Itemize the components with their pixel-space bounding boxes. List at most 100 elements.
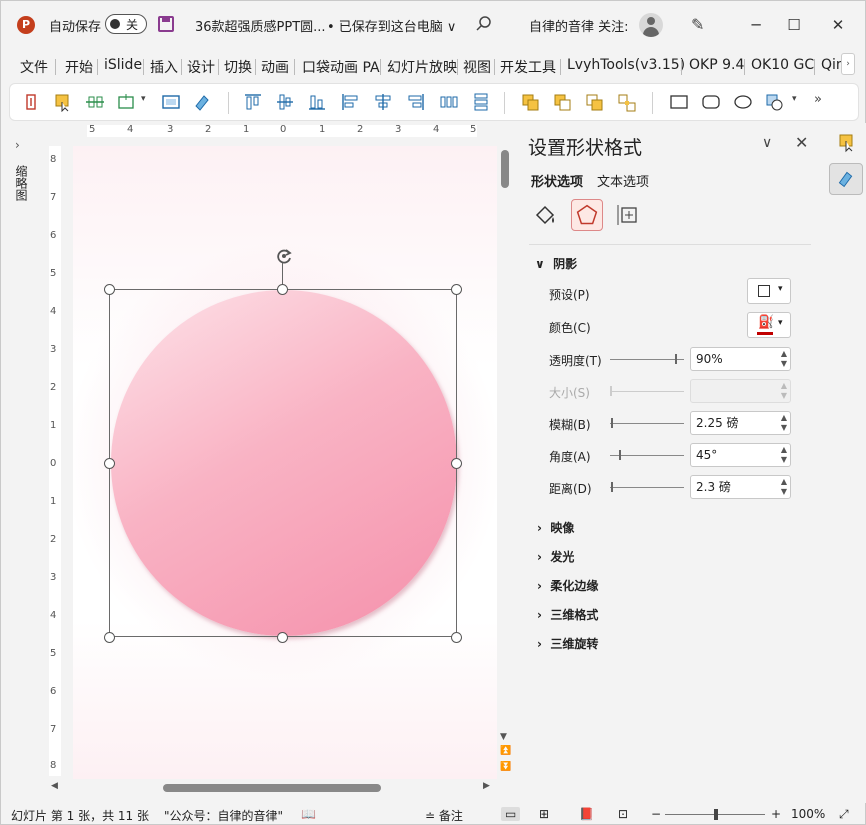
chevron-down-icon[interactable]: ▾ bbox=[792, 94, 797, 104]
spinner-arrows-icon[interactable]: ▲ ▼ bbox=[781, 413, 787, 433]
frame-icon[interactable] bbox=[160, 92, 182, 112]
tab-view[interactable]: 视图 bbox=[463, 57, 491, 77]
horizontal-scrollbar[interactable]: ◀ ▶ bbox=[47, 781, 497, 795]
resize-handle-top[interactable] bbox=[277, 284, 288, 295]
next-slide-icon[interactable]: ⏬ bbox=[500, 762, 511, 772]
section-glow[interactable]: › 发光 bbox=[537, 548, 574, 565]
select-pane-button[interactable] bbox=[829, 127, 863, 159]
scroll-down-icon[interactable]: ▼ bbox=[500, 732, 507, 742]
tab-okp[interactable]: OKP 9.4 bbox=[689, 57, 744, 73]
fit-slide-icon[interactable]: ⤢ bbox=[839, 807, 849, 822]
size-properties-icon[interactable] bbox=[613, 199, 645, 231]
panel-options-chevron-icon[interactable]: ∨ bbox=[762, 135, 772, 151]
resize-icon[interactable] bbox=[116, 92, 138, 112]
thumbnails-label[interactable]: 缩略图 bbox=[14, 165, 28, 201]
color-dropdown[interactable]: ⛽ ▾ bbox=[747, 312, 791, 338]
angle-input[interactable]: 45° ▲ ▼ bbox=[690, 443, 791, 467]
align-middle-icon[interactable] bbox=[20, 92, 42, 112]
tab-islide[interactable]: iSlide bbox=[104, 57, 142, 73]
resize-handle-bottom-right[interactable] bbox=[451, 632, 462, 643]
scroll-left-icon[interactable]: ◀ bbox=[51, 781, 58, 791]
distance-input[interactable]: 2.3 磅 ▲ ▼ bbox=[690, 475, 791, 499]
rotate-handle-icon[interactable] bbox=[273, 245, 295, 267]
scroll-thumb[interactable] bbox=[163, 784, 381, 792]
resize-handle-bottom-left[interactable] bbox=[104, 632, 115, 643]
vertical-scrollbar[interactable]: ▼ ⏫ ⏬ bbox=[498, 146, 512, 779]
slider-thumb[interactable] bbox=[619, 450, 621, 460]
blur-slider[interactable] bbox=[610, 418, 684, 428]
angle-slider[interactable] bbox=[610, 450, 684, 460]
distribute-v-icon[interactable] bbox=[470, 92, 492, 112]
fill-line-icon[interactable] bbox=[529, 199, 561, 231]
section-3d-rotation[interactable]: › 三维旋转 bbox=[537, 635, 598, 652]
preset-dropdown[interactable]: ▾ bbox=[747, 278, 791, 304]
intersect-icon[interactable] bbox=[616, 92, 638, 112]
section-3d-format[interactable]: › 三维格式 bbox=[537, 606, 598, 623]
align-center-h-icon[interactable] bbox=[372, 92, 394, 112]
effects-tab[interactable] bbox=[571, 199, 603, 231]
transparency-input[interactable]: 90% ▲ ▼ bbox=[690, 347, 791, 371]
format-painter-icon[interactable] bbox=[192, 92, 214, 112]
section-reflection[interactable]: › 映像 bbox=[537, 519, 574, 536]
tab-shape-options[interactable]: 形状选项 bbox=[531, 171, 583, 190]
previous-slide-icon[interactable]: ⏫ bbox=[500, 746, 511, 756]
slide-sorter-icon[interactable]: ⊞ bbox=[539, 807, 549, 821]
reading-view-icon[interactable]: 📕 bbox=[579, 807, 594, 821]
toolbar-more-button[interactable]: » bbox=[814, 92, 822, 107]
notes-button[interactable]: ≐ 备注 bbox=[425, 807, 463, 824]
oval-icon[interactable] bbox=[732, 92, 754, 112]
slideshow-icon[interactable]: ⊡ bbox=[618, 807, 628, 821]
chevron-down-icon[interactable]: ▾ bbox=[141, 94, 146, 104]
resize-handle-left[interactable] bbox=[104, 458, 115, 469]
tab-transitions[interactable]: 切换 bbox=[224, 57, 252, 77]
union-icon[interactable] bbox=[520, 92, 542, 112]
accessibility-icon[interactable]: 📖 bbox=[301, 807, 316, 821]
expand-thumbnails-icon[interactable]: › bbox=[15, 138, 20, 152]
zoom-in-button[interactable]: + bbox=[771, 807, 781, 821]
spinner-arrows-icon[interactable]: ▲ ▼ bbox=[781, 349, 787, 369]
transparency-slider[interactable] bbox=[610, 354, 684, 364]
ribbon-scroll-button[interactable]: › bbox=[841, 53, 855, 75]
maximize-button[interactable]: ☐ bbox=[779, 11, 809, 39]
tab-insert[interactable]: 插入 bbox=[150, 57, 178, 77]
format-shape-button[interactable] bbox=[829, 163, 863, 195]
close-window-button[interactable]: ✕ bbox=[823, 11, 853, 39]
tab-ok10[interactable]: OK10 GC bbox=[751, 57, 814, 73]
resize-handle-right[interactable] bbox=[451, 458, 462, 469]
slider-thumb[interactable] bbox=[611, 482, 613, 492]
slider-thumb[interactable] bbox=[611, 418, 613, 428]
zoom-thumb[interactable] bbox=[714, 809, 718, 820]
selection-box[interactable] bbox=[109, 289, 457, 637]
tab-pocket-animation[interactable]: 口袋动画 PA bbox=[302, 57, 380, 77]
tab-animations[interactable]: 动画 bbox=[261, 57, 289, 77]
align-left-icon[interactable] bbox=[340, 92, 362, 112]
tab-developer[interactable]: 开发工具 bbox=[500, 57, 556, 77]
designer-pen-icon[interactable]: ✎ bbox=[691, 15, 704, 34]
resize-handle-bottom[interactable] bbox=[277, 632, 288, 643]
panel-close-button[interactable]: ✕ bbox=[795, 133, 808, 152]
distance-slider[interactable] bbox=[610, 482, 684, 492]
shapes-icon[interactable] bbox=[764, 92, 786, 112]
combine-icon[interactable] bbox=[552, 92, 574, 112]
document-title[interactable]: 36款超强质感PPT圆... bbox=[195, 16, 326, 35]
save-icon[interactable] bbox=[158, 16, 174, 32]
autosave-toggle[interactable]: 关 bbox=[105, 14, 147, 34]
distribute-icon[interactable] bbox=[84, 92, 106, 112]
avatar[interactable] bbox=[639, 13, 663, 37]
distribute-h-icon[interactable] bbox=[438, 92, 460, 112]
scroll-right-icon[interactable]: ▶ bbox=[483, 781, 490, 791]
align-center-v-icon[interactable] bbox=[274, 92, 296, 112]
scroll-thumb[interactable] bbox=[501, 150, 509, 188]
tab-slideshow[interactable]: 幻灯片放映 bbox=[387, 57, 457, 77]
section-soft-edges[interactable]: › 柔化边缘 bbox=[537, 577, 598, 594]
zoom-out-button[interactable]: − bbox=[651, 807, 661, 821]
save-status[interactable]: • 已保存到这台电脑 ∨ bbox=[327, 16, 456, 35]
resize-handle-top-right[interactable] bbox=[451, 284, 462, 295]
align-top-icon[interactable] bbox=[242, 92, 264, 112]
rounded-rectangle-icon[interactable] bbox=[700, 92, 722, 112]
section-shadow-toggle[interactable]: ∨ 阴影 bbox=[535, 255, 577, 272]
rectangle-icon[interactable] bbox=[668, 92, 690, 112]
tab-file[interactable]: 文件 bbox=[20, 57, 48, 77]
blur-input[interactable]: 2.25 磅 ▲ ▼ bbox=[690, 411, 791, 435]
align-bottom-icon[interactable] bbox=[306, 92, 328, 112]
